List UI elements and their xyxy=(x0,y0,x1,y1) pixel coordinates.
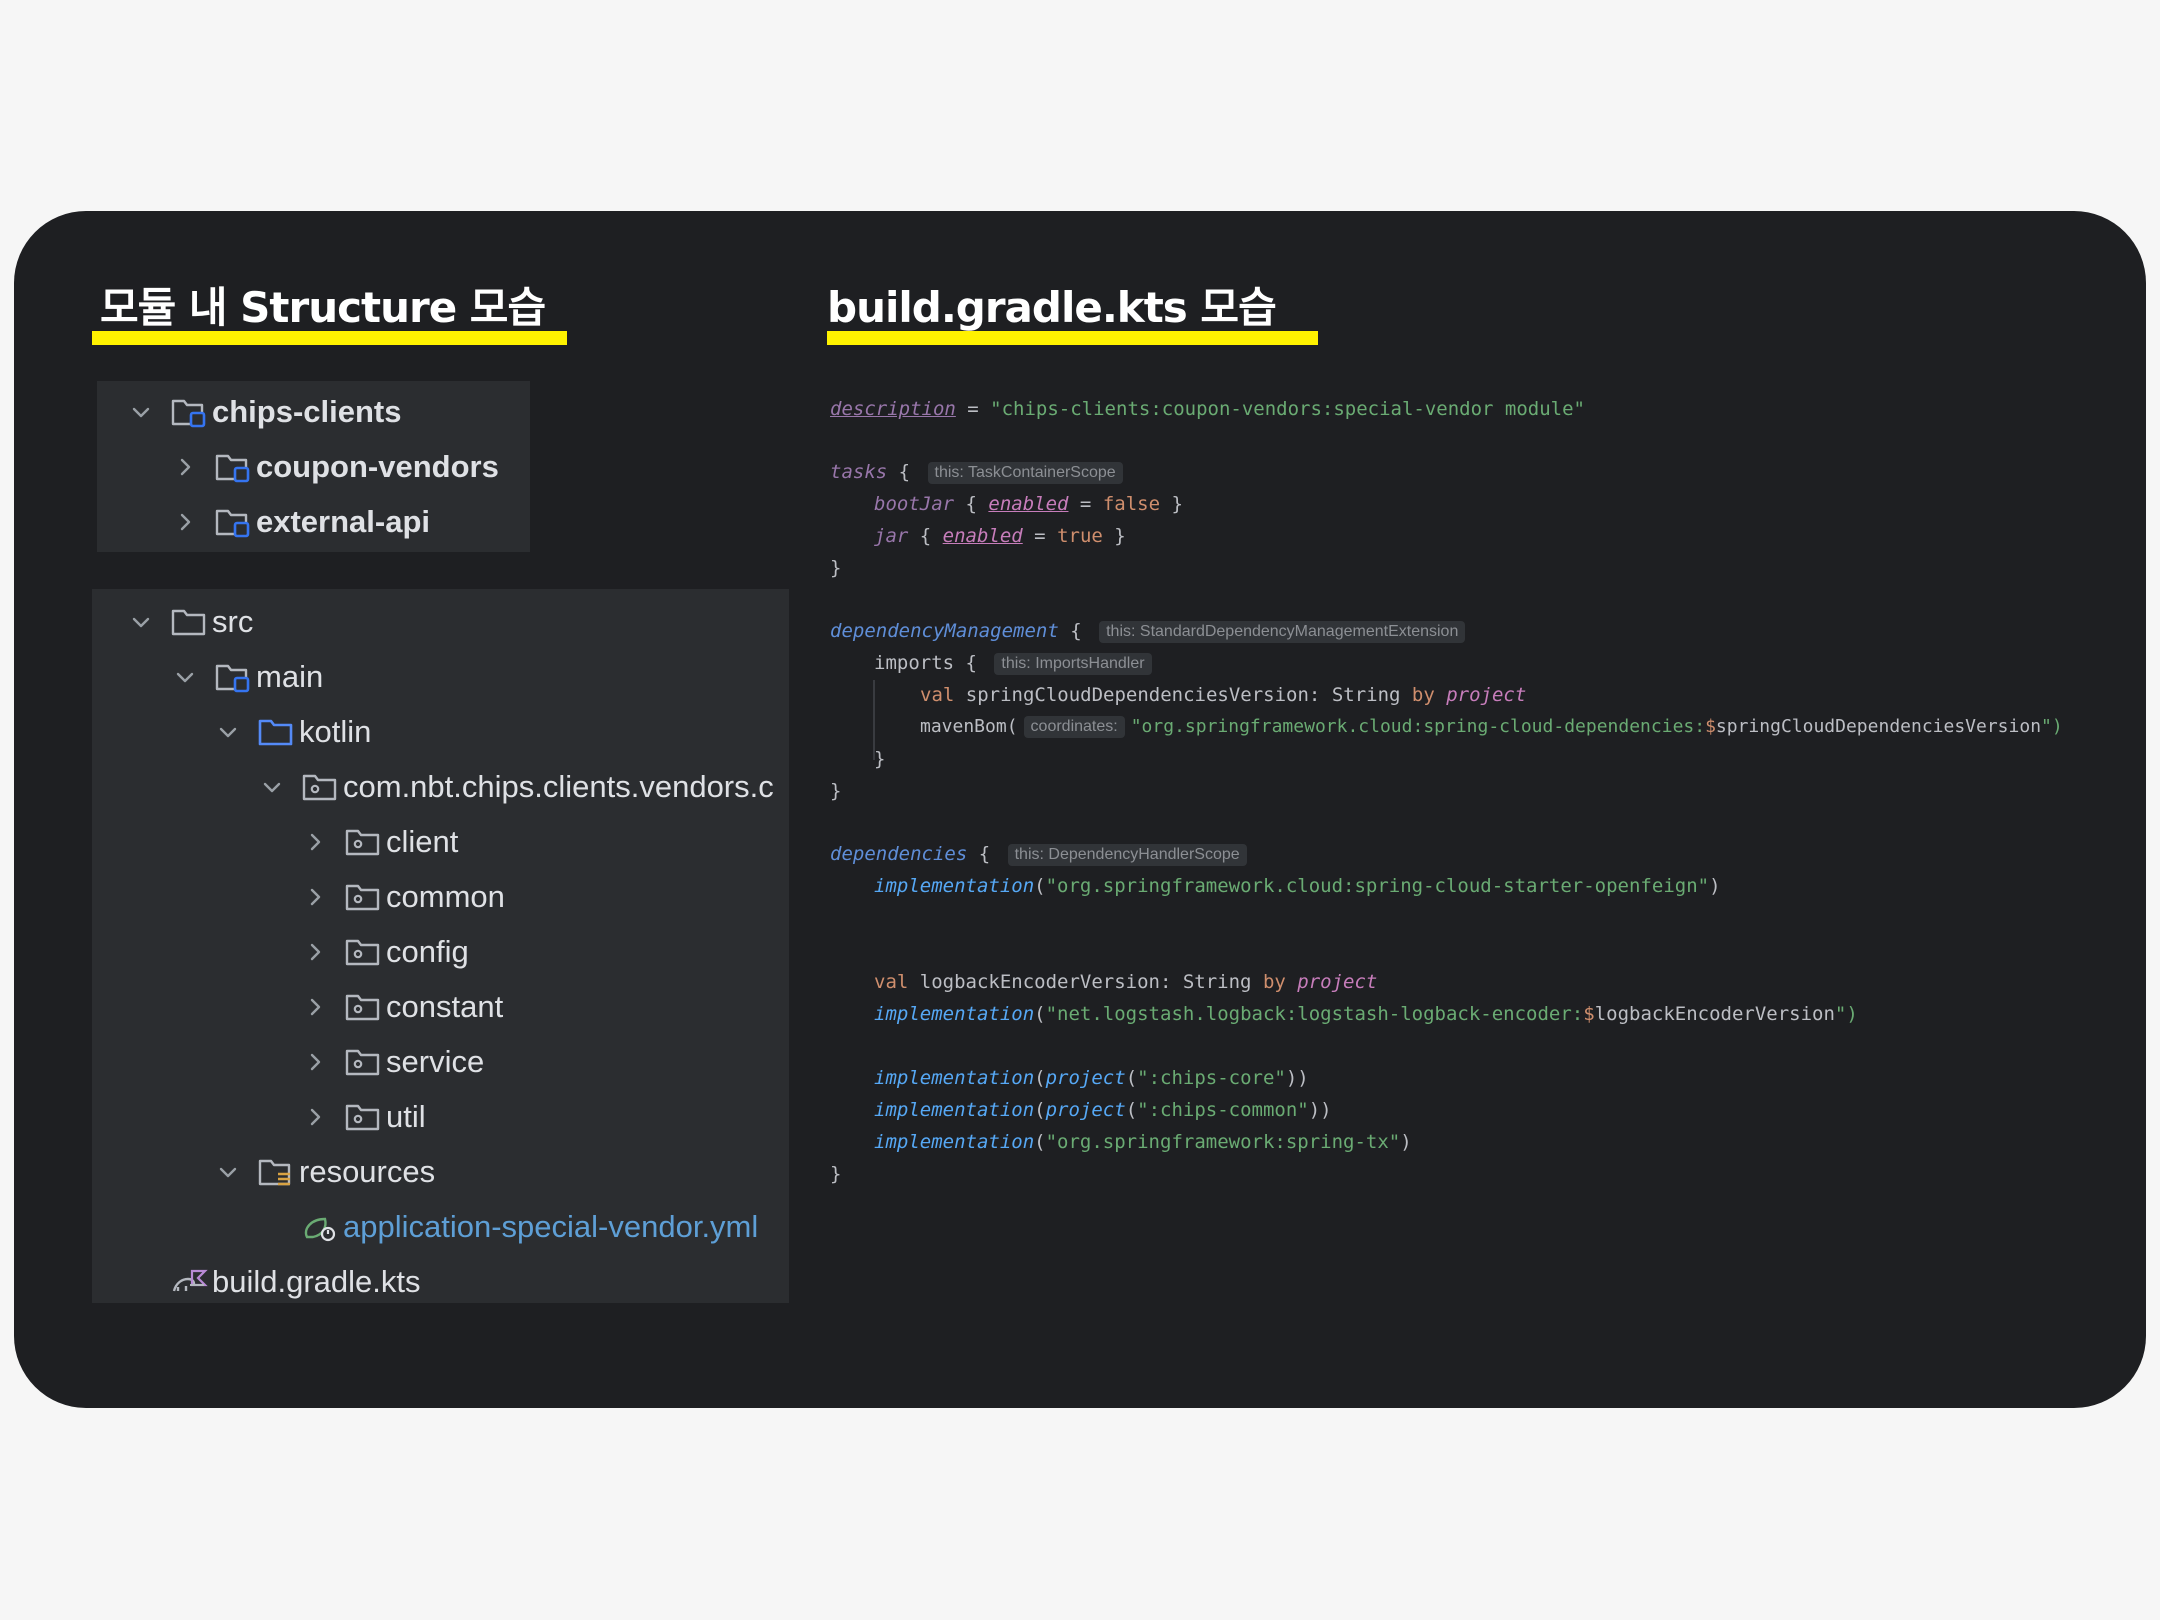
code-line-7: imports { this: ImportsHandler xyxy=(874,649,1158,677)
code-line-11: } xyxy=(830,780,842,802)
code-line-1: description = "chips-clients:coupon-vend… xyxy=(830,398,1585,420)
chevron-right-icon[interactable] xyxy=(302,829,328,855)
structure-heading: 모듈 내 Structure 모습 xyxy=(92,274,568,345)
code-line-15: implementation("net.logstash.logback:log… xyxy=(874,1003,1858,1025)
tree-item-client[interactable]: client xyxy=(302,819,458,865)
tree-item-label: kotlin xyxy=(299,714,372,749)
chevron-down-icon[interactable] xyxy=(259,774,285,800)
tree-item-resources[interactable]: resources xyxy=(215,1149,435,1195)
tree-item-util[interactable]: util xyxy=(302,1094,426,1140)
tree-item-label: com.nbt.chips.clients.vendors.c xyxy=(343,769,774,804)
chevron-down-icon[interactable] xyxy=(215,1159,241,1185)
code-line-10: } xyxy=(874,748,886,770)
code-line-14: val logbackEncoderVersion: String by pro… xyxy=(874,971,1378,993)
chevron-right-icon[interactable] xyxy=(302,1049,328,1075)
inlay-hint: coordinates: xyxy=(1023,716,1125,738)
tree-item-external-api[interactable]: external-api xyxy=(172,499,430,545)
code-line-19: } xyxy=(830,1163,842,1185)
chevron-right-icon[interactable] xyxy=(172,454,198,480)
tree-item-label: chips-clients xyxy=(212,394,402,429)
folder-icon xyxy=(170,605,208,639)
chevron-right-icon[interactable] xyxy=(172,509,198,535)
package-icon xyxy=(344,1045,382,1079)
chevron-right-icon[interactable] xyxy=(302,884,328,910)
chevron-down-icon[interactable] xyxy=(128,609,154,635)
spring-yml-icon xyxy=(301,1210,339,1244)
chevron-right-icon[interactable] xyxy=(302,1104,328,1130)
code-line-16: implementation(project(":chips-core")) xyxy=(874,1067,1309,1089)
tree-item-label: build.gradle.kts xyxy=(212,1264,421,1299)
gradle-heading-highlight xyxy=(827,331,1318,345)
gradle-kotlin-icon xyxy=(170,1265,208,1299)
package-icon xyxy=(344,1100,382,1134)
tree-item-config[interactable]: config xyxy=(302,929,469,975)
source-folder-blue-icon xyxy=(257,715,295,749)
code-line-12: dependencies { this: DependencyHandlerSc… xyxy=(830,840,1253,868)
tree-item-constant[interactable]: constant xyxy=(302,984,503,1030)
chevron-down-icon[interactable] xyxy=(128,399,154,425)
package-icon xyxy=(344,990,382,1024)
tree-item-label: config xyxy=(386,934,469,969)
tree-item-label: external-api xyxy=(256,504,431,539)
tree-item-label: constant xyxy=(386,989,504,1024)
code-line-6: dependencyManagement { this: StandardDep… xyxy=(830,617,1471,645)
tree-item-label: resources xyxy=(299,1154,436,1189)
tree-item-label: main xyxy=(256,659,324,694)
package-icon xyxy=(344,825,382,859)
tree-item-label: application-special-vendor.yml xyxy=(343,1209,759,1244)
code-line-4: jar { enabled = true } xyxy=(874,525,1126,547)
chevron-right-icon[interactable] xyxy=(302,939,328,965)
inlay-hint: this: StandardDependencyManagementExtens… xyxy=(1099,620,1466,643)
tree-item-application-special-vendor-yml[interactable]: application-special-vendor.yml xyxy=(259,1204,758,1250)
chevron-right-icon[interactable] xyxy=(302,994,328,1020)
package-icon xyxy=(344,880,382,914)
source-root-folder-icon xyxy=(214,660,252,694)
tree-item-com-nbt-chips-clients-vendors-c[interactable]: com.nbt.chips.clients.vendors.c xyxy=(259,764,774,810)
structure-heading-highlight xyxy=(92,331,568,345)
tree-item-src[interactable]: src xyxy=(128,599,253,645)
inlay-hint: this: DependencyHandlerScope xyxy=(1007,843,1247,866)
tree-item-label: common xyxy=(386,879,505,914)
package-icon xyxy=(344,935,382,969)
tree-item-main[interactable]: main xyxy=(172,654,323,700)
tree-item-common[interactable]: common xyxy=(302,874,505,920)
chevron-down-icon[interactable] xyxy=(172,664,198,690)
code-line-17: implementation(project(":chips-common")) xyxy=(874,1099,1332,1121)
code-line-2: tasks { this: TaskContainerScope xyxy=(830,458,1129,486)
code-line-5: } xyxy=(830,557,842,579)
module-folder-icon xyxy=(214,505,252,539)
tree-item-label: coupon-vendors xyxy=(256,449,499,484)
tree-item-chips-clients[interactable]: chips-clients xyxy=(128,389,402,435)
structure-heading-text: 모듈 내 Structure 모습 xyxy=(100,283,546,332)
tree-item-build-gradle-kts[interactable]: build.gradle.kts xyxy=(128,1259,421,1305)
resources-folder-icon xyxy=(257,1155,295,1189)
chevron-down-icon[interactable] xyxy=(215,719,241,745)
tree-item-label: service xyxy=(386,1044,485,1079)
tree-item-coupon-vendors[interactable]: coupon-vendors xyxy=(172,444,499,490)
gradle-heading: build.gradle.kts 모습 xyxy=(827,274,1318,345)
code-line-13: implementation("org.springframework.clou… xyxy=(874,875,1721,897)
module-folder-icon xyxy=(214,450,252,484)
tree-item-service[interactable]: service xyxy=(302,1039,484,1085)
code-line-8: val springCloudDependenciesVersion: Stri… xyxy=(920,684,1527,706)
tree-item-label: util xyxy=(386,1099,426,1134)
package-icon xyxy=(301,770,339,804)
tree-item-label: src xyxy=(212,604,254,639)
code-line-18: implementation("org.springframework:spri… xyxy=(874,1131,1412,1153)
code-line-9: mavenBom(coordinates: "org.springframewor… xyxy=(920,716,2063,738)
inlay-hint: this: ImportsHandler xyxy=(994,652,1152,675)
tree-item-kotlin[interactable]: kotlin xyxy=(215,709,371,755)
tree-item-label: client xyxy=(386,824,459,859)
code-line-3: bootJar { enabled = false } xyxy=(874,493,1183,515)
gradle-heading-text: build.gradle.kts 모습 xyxy=(827,283,1277,332)
inlay-hint: this: TaskContainerScope xyxy=(927,461,1123,484)
module-folder-icon xyxy=(170,395,208,429)
